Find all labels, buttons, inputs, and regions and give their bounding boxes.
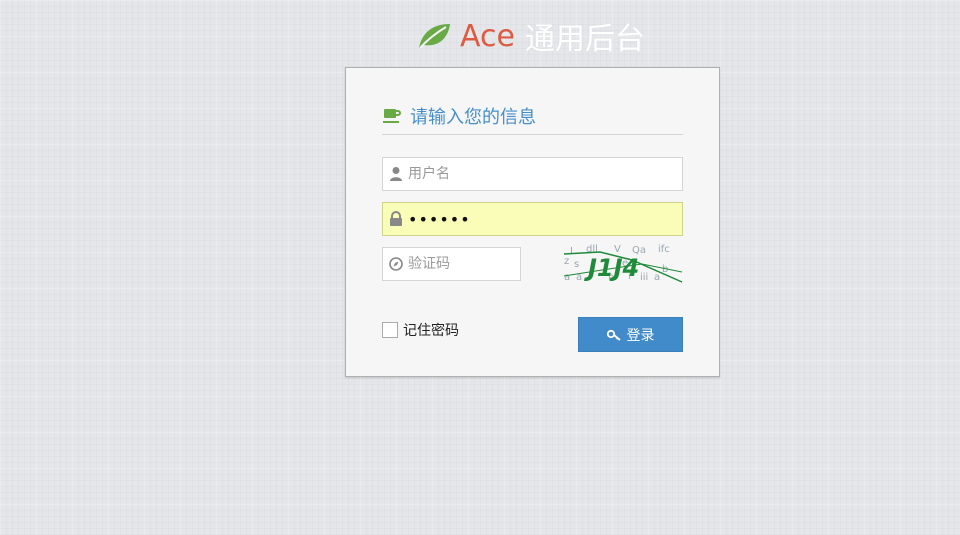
remember-me[interactable]: 记住密码	[382, 320, 459, 340]
login-title-text: 请输入您的信息	[410, 107, 536, 128]
coffee-icon	[383, 109, 401, 123]
captcha-text: J1J4	[584, 254, 639, 282]
login-title: 请输入您的信息	[382, 102, 683, 135]
svg-text:s: s	[574, 259, 579, 270]
brand-header: Ace 通用后台	[416, 14, 645, 58]
remember-checkbox[interactable]	[382, 322, 398, 338]
captcha-field[interactable]	[382, 247, 582, 281]
lock-icon	[390, 211, 402, 226]
compass-icon	[389, 257, 403, 271]
key-icon	[606, 329, 621, 341]
user-icon	[390, 167, 402, 181]
leaf-icon	[419, 24, 450, 49]
password-input[interactable]	[408, 203, 682, 235]
brand-subtitle: 通用后台	[524, 22, 645, 57]
svg-text:a: a	[564, 272, 570, 283]
username-input[interactable]	[408, 158, 682, 190]
svg-text:z: z	[564, 256, 569, 267]
login-button-label: 登录	[626, 327, 655, 344]
svg-text:ifc: ifc	[658, 244, 670, 255]
captcha-image[interactable]: Ldll V Qa ifc zse b aah i iii a J1J4	[562, 242, 684, 284]
svg-text:L: L	[570, 246, 576, 257]
username-field[interactable]	[382, 157, 683, 191]
brand-name: Ace	[460, 18, 515, 54]
svg-text:iii: iii	[640, 272, 648, 283]
svg-text:a: a	[654, 272, 660, 283]
login-button[interactable]: 登录	[578, 317, 683, 352]
login-box: 请输入您的信息 LdllV Qaifc zse b aah iiiia	[345, 67, 720, 377]
remember-label: 记住密码	[403, 323, 459, 339]
captcha-input[interactable]	[408, 248, 582, 280]
password-field[interactable]	[382, 202, 683, 236]
